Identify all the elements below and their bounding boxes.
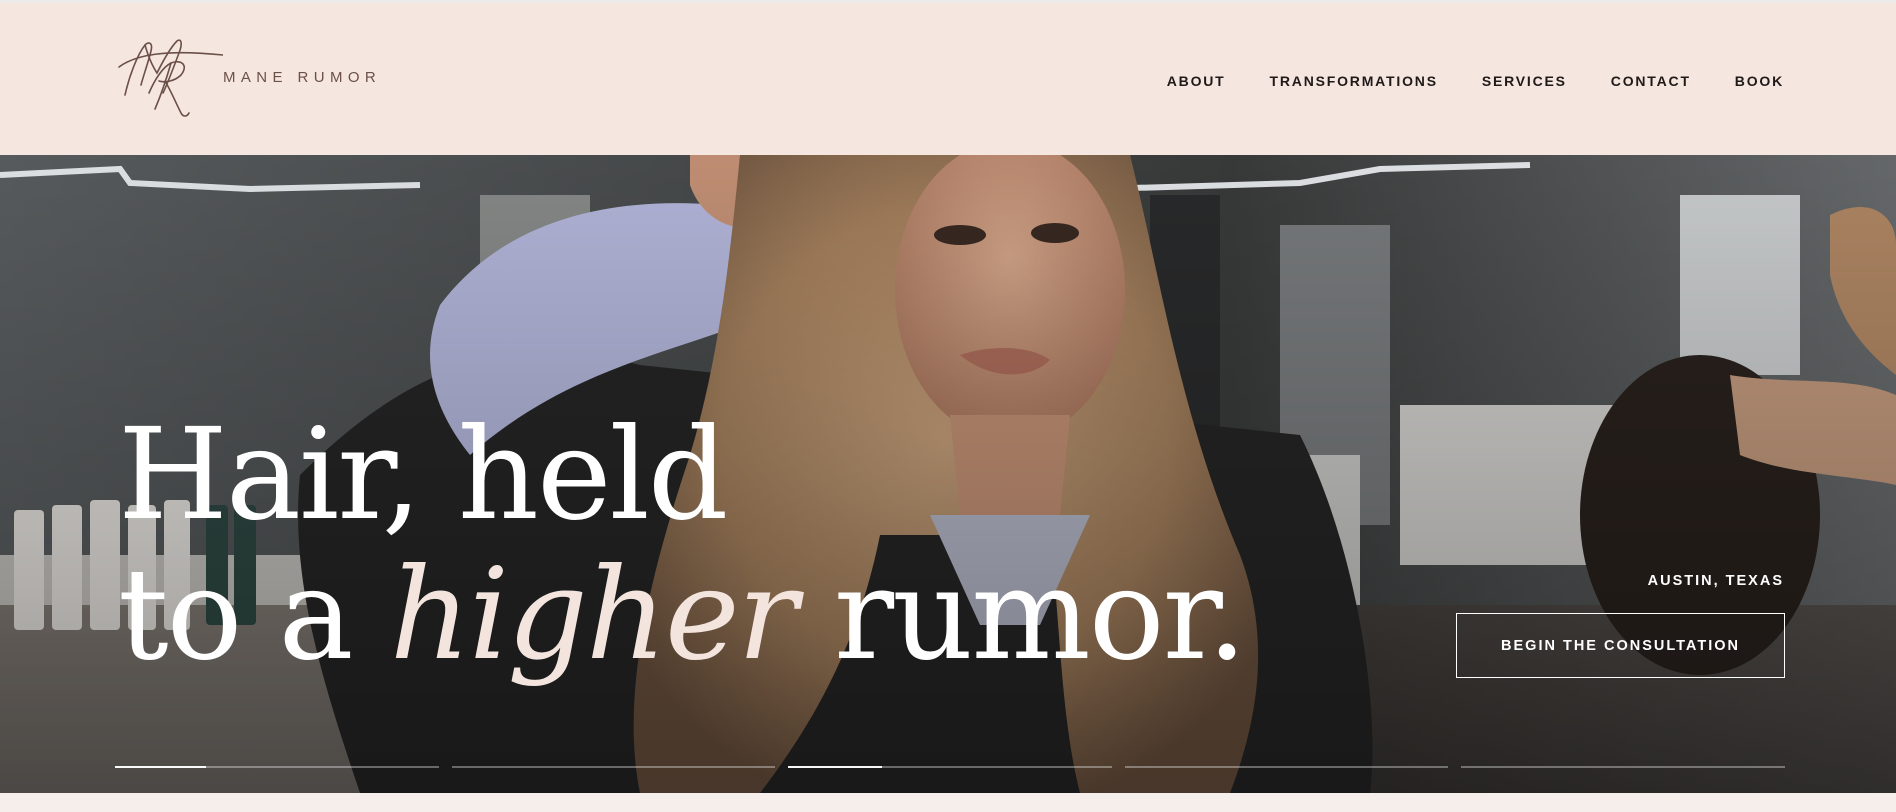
- site-header: MANE RUMOR ABOUT TRANSFORMATIONS SERVICE…: [0, 3, 1896, 155]
- begin-consultation-button[interactable]: BEGIN THE CONSULTATION: [1456, 613, 1785, 678]
- headline-line-2-pre: to a: [118, 541, 354, 688]
- nav-services[interactable]: SERVICES: [1482, 73, 1567, 89]
- nav-contact[interactable]: CONTACT: [1611, 73, 1691, 89]
- page-bottom-edge: [0, 793, 1896, 812]
- slide-indicator[interactable]: [115, 766, 439, 768]
- slide-indicator-fill: [115, 766, 206, 768]
- brand-name: MANE RUMOR: [223, 68, 382, 86]
- brand-logo[interactable]: MANE RUMOR: [115, 33, 381, 119]
- slide-indicator[interactable]: [451, 766, 776, 768]
- headline-italic-word: higher: [389, 541, 798, 688]
- headline-line-1: Hair, held: [118, 401, 728, 548]
- slide-indicator-fill: [788, 766, 883, 768]
- nav-transformations[interactable]: TRANSFORMATIONS: [1270, 73, 1438, 89]
- slide-indicator[interactable]: [1124, 766, 1449, 768]
- main-nav: ABOUT TRANSFORMATIONS SERVICES CONTACT B…: [1123, 73, 1784, 89]
- mr-monogram-icon: [115, 33, 223, 119]
- nav-about[interactable]: ABOUT: [1167, 73, 1226, 89]
- slide-indicator[interactable]: [1461, 766, 1785, 768]
- hero-section: Hair, held to a higher rumor. AUSTIN, TE…: [0, 155, 1896, 793]
- nav-book[interactable]: BOOK: [1735, 73, 1784, 89]
- slide-progress: [115, 766, 1785, 769]
- headline-line-2-post: rumor.: [833, 541, 1247, 688]
- location-label: AUSTIN, TEXAS: [1647, 573, 1784, 589]
- hero-headline: Hair, held to a higher rumor.: [118, 401, 1247, 685]
- slide-indicator[interactable]: [788, 766, 1112, 768]
- headline-line-2: to a higher rumor.: [118, 545, 1247, 685]
